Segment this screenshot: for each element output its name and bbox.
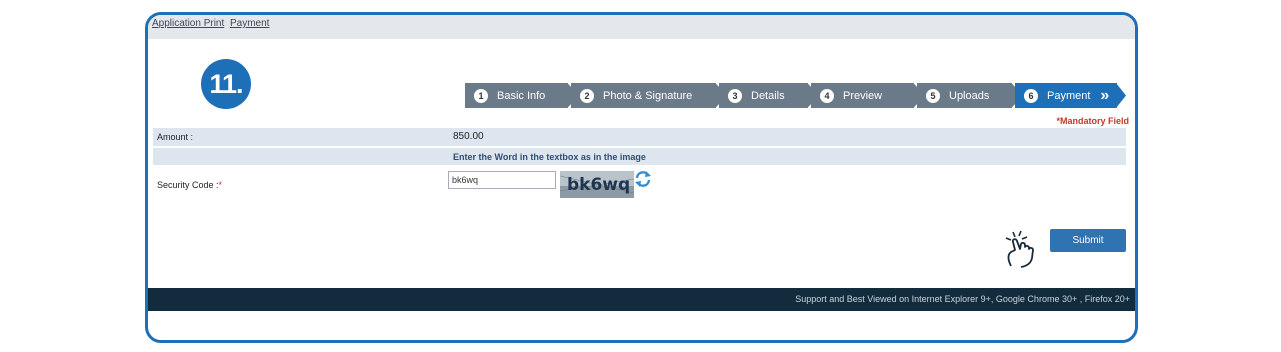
wizard-step-preview[interactable]: 4 Preview (811, 83, 915, 108)
application-print-link[interactable]: Application Print (152, 18, 224, 29)
refresh-captcha-icon[interactable] (634, 170, 652, 188)
security-code-label-text: Security Code : (157, 180, 219, 190)
step-4-label: Preview (843, 89, 883, 102)
wizard-step-basic-info[interactable]: 1 Basic Info (465, 83, 569, 108)
amount-label: Amount : (157, 132, 194, 142)
step-6-number: 6 (1024, 88, 1038, 103)
step-3-number: 3 (728, 88, 742, 103)
wizard-step-details[interactable]: 3 Details (719, 83, 809, 108)
wizard-steps: 1 Basic Info 2 Photo & Signature 3 Detai… (465, 83, 1127, 108)
security-code-input[interactable] (448, 171, 556, 189)
captcha-image: bk6wq (560, 171, 634, 198)
wizard-step-payment[interactable]: 6 Payment » (1015, 83, 1117, 108)
hint-row: Enter the Word in the textbox as in the … (153, 148, 1126, 165)
step-1-label: Basic Info (497, 89, 546, 102)
wizard-step-uploads[interactable]: 5 Uploads (917, 83, 1013, 108)
submit-button[interactable]: Submit (1050, 229, 1126, 252)
step-number-badge: 11. (201, 59, 251, 109)
step-6-label: Payment (1047, 89, 1091, 102)
security-code-label: Security Code :* (157, 180, 222, 190)
required-star: * (218, 180, 223, 190)
captcha-hint: Enter the Word in the textbox as in the … (453, 152, 646, 162)
step-1-number: 1 (474, 88, 488, 103)
footer: Support and Best Viewed on Internet Expl… (148, 288, 1135, 311)
step-2-number: 2 (580, 88, 594, 103)
mandatory-field-note: *Mandatory Field (1056, 116, 1129, 126)
amount-row: Amount : 850.00 (153, 128, 1126, 146)
step-2-label: Photo & Signature (603, 89, 693, 102)
payment-link[interactable]: Payment (230, 18, 269, 29)
footer-text: Support and Best Viewed on Internet Expl… (795, 294, 1130, 304)
top-nav: Application Print Payment (148, 15, 1135, 39)
step-3-label: Details (751, 89, 785, 102)
captcha-text: bk6wq (567, 175, 630, 195)
amount-value: 850.00 (453, 131, 484, 142)
wizard-step-photo-signature[interactable]: 2 Photo & Signature (571, 83, 717, 108)
browser-frame: Application Print Payment 11. 1 Basic In… (145, 12, 1138, 343)
step-5-label: Uploads (949, 89, 990, 102)
tap-hand-icon (1005, 230, 1034, 268)
step-5-number: 5 (926, 88, 940, 103)
arrow-tip-icon (1116, 83, 1126, 108)
double-chevron-right-icon: » (1100, 86, 1110, 104)
step-4-number: 4 (820, 88, 834, 103)
